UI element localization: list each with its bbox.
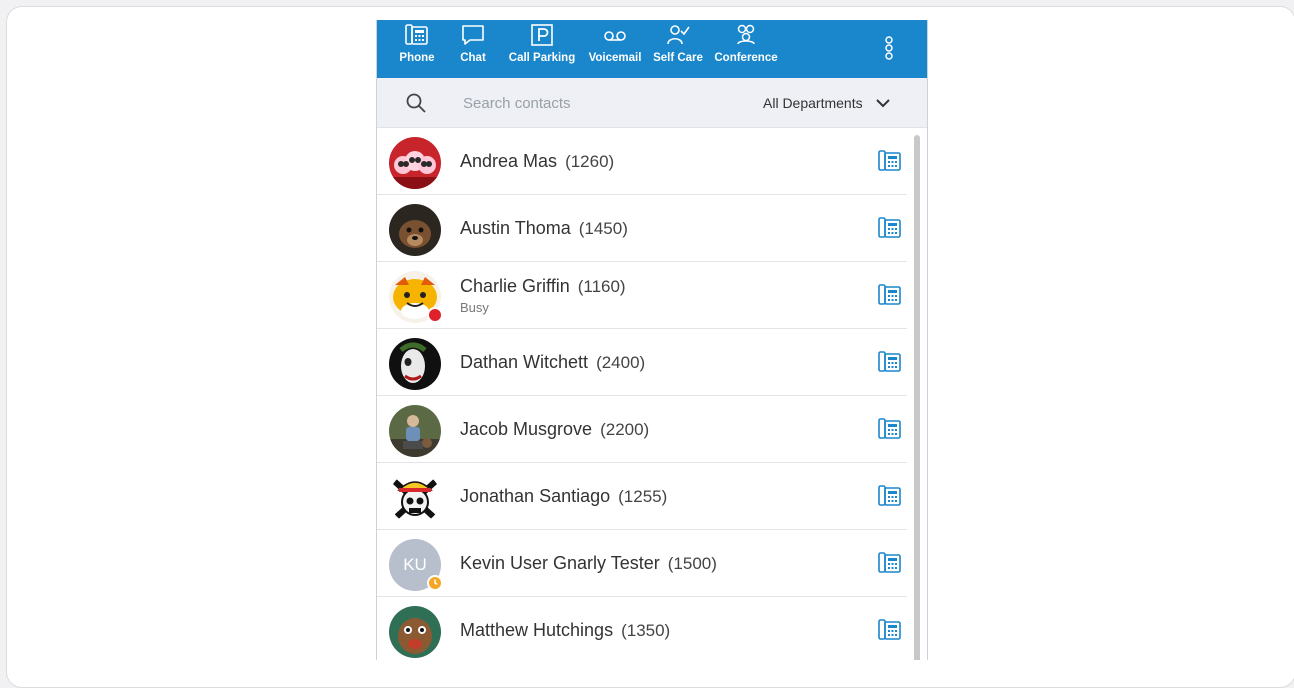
contact-extension: (1500) bbox=[667, 553, 717, 573]
busy-status-dot bbox=[427, 307, 443, 323]
nav-label-self-care: Self Care bbox=[653, 52, 703, 64]
contact-info: Andrea Mas (1260) bbox=[460, 128, 614, 194]
search-input[interactable] bbox=[461, 90, 705, 116]
nav-label-phone: Phone bbox=[399, 52, 435, 64]
voicemail-icon bbox=[604, 31, 626, 41]
away-clock-icon bbox=[427, 575, 443, 591]
avatar: KU bbox=[389, 539, 443, 591]
avatar bbox=[389, 271, 443, 323]
contact-name: Kevin User Gnarly Tester bbox=[460, 552, 660, 573]
department-label: All Departments bbox=[763, 95, 863, 111]
contact-info: Kevin User Gnarly Tester (1500) bbox=[460, 530, 717, 596]
contact-row[interactable]: Dathan Witchett (2400) bbox=[377, 329, 907, 396]
contact-extension: (1450) bbox=[578, 218, 628, 238]
contact-name: Andrea Mas bbox=[460, 150, 558, 171]
nav-label-chat: Chat bbox=[460, 52, 486, 64]
user-check-icon bbox=[667, 25, 690, 45]
contact-extension: (2200) bbox=[600, 419, 650, 439]
contact-status-text: Busy bbox=[460, 299, 489, 315]
chat-bubble-icon bbox=[462, 25, 484, 45]
contact-name: Matthew Hutchings bbox=[460, 619, 614, 640]
desk-phone-icon[interactable] bbox=[877, 552, 903, 574]
contact-name: Dathan Witchett bbox=[460, 351, 589, 372]
contact-extension: (1260) bbox=[565, 151, 615, 171]
avatar bbox=[389, 137, 441, 189]
avatar bbox=[389, 405, 441, 457]
department-dropdown[interactable]: All Departments bbox=[763, 92, 891, 114]
group-icon bbox=[737, 24, 755, 45]
search-bar: All Departments bbox=[377, 78, 927, 128]
contact-row[interactable]: Austin Thoma (1450) bbox=[377, 195, 907, 262]
contact-info: Charlie Griffin (1160) Busy bbox=[460, 262, 626, 328]
desk-phone-icon[interactable] bbox=[877, 284, 903, 306]
nav-conference[interactable]: Conference bbox=[713, 20, 779, 78]
desk-phone-icon bbox=[405, 24, 428, 45]
contact-info: Dathan Witchett (2400) bbox=[460, 329, 645, 395]
search-icon[interactable] bbox=[405, 92, 427, 114]
nav-self-care[interactable]: Self Care bbox=[651, 20, 705, 78]
contact-row[interactable]: Charlie Griffin (1160) Busy bbox=[377, 262, 907, 329]
contact-name: Jonathan Santiago bbox=[460, 485, 611, 506]
nav-phone[interactable]: Phone bbox=[397, 20, 437, 78]
desk-phone-icon[interactable] bbox=[877, 351, 903, 373]
contact-info: Austin Thoma (1450) bbox=[460, 195, 628, 261]
contact-extension: (1350) bbox=[621, 620, 671, 640]
parking-icon bbox=[531, 24, 553, 46]
desk-phone-icon[interactable] bbox=[877, 150, 903, 172]
contact-name: Jacob Musgrove bbox=[460, 418, 593, 439]
contact-name: Austin Thoma bbox=[460, 217, 571, 238]
desk-phone-icon[interactable] bbox=[877, 485, 903, 507]
contact-extension: (1255) bbox=[618, 486, 668, 506]
contact-info: Matthew Hutchings (1350) bbox=[460, 597, 670, 660]
contact-info: Jacob Musgrove (2200) bbox=[460, 396, 649, 462]
nav-voicemail[interactable]: Voicemail bbox=[587, 20, 643, 78]
contact-row[interactable]: Jacob Musgrove (2200) bbox=[377, 396, 907, 463]
contact-extension: (1160) bbox=[577, 276, 626, 296]
contact-row[interactable]: Andrea Mas (1260) bbox=[377, 128, 907, 195]
contact-info: Jonathan Santiago (1255) bbox=[460, 463, 667, 529]
vertical-dots-icon bbox=[885, 36, 893, 60]
contact-row[interactable]: Matthew Hutchings (1350) bbox=[377, 597, 907, 660]
avatar bbox=[389, 338, 441, 390]
scrollbar[interactable] bbox=[914, 135, 920, 660]
top-navigation-bar: Phone Chat Call Parking Voicemail Self C… bbox=[377, 20, 927, 78]
nav-chat[interactable]: Chat bbox=[455, 20, 491, 78]
desk-phone-icon[interactable] bbox=[877, 418, 903, 440]
chevron-down-icon bbox=[875, 99, 890, 108]
phone-app-window: Phone Chat Call Parking Voicemail Self C… bbox=[376, 20, 928, 660]
avatar bbox=[389, 204, 441, 256]
nav-label-call-parking: Call Parking bbox=[508, 52, 576, 64]
contact-name: Charlie Griffin bbox=[460, 275, 570, 296]
contact-extension: (2400) bbox=[596, 352, 646, 372]
desk-phone-icon[interactable] bbox=[877, 217, 903, 239]
contact-row[interactable]: KU Kevin User Gnarly Tester (1500) bbox=[377, 530, 907, 597]
contact-row[interactable]: Jonathan Santiago (1255) bbox=[377, 463, 907, 530]
nav-label-voicemail: Voicemail bbox=[588, 52, 642, 64]
more-menu-button[interactable] bbox=[877, 30, 901, 70]
avatar bbox=[389, 472, 441, 524]
nav-label-conference: Conference bbox=[714, 52, 778, 64]
avatar bbox=[389, 606, 441, 658]
desk-phone-icon[interactable] bbox=[877, 619, 903, 641]
contact-list: Andrea Mas (1260) Austin Thoma (1450) Ch… bbox=[377, 128, 907, 660]
nav-call-parking[interactable]: Call Parking bbox=[505, 20, 579, 78]
